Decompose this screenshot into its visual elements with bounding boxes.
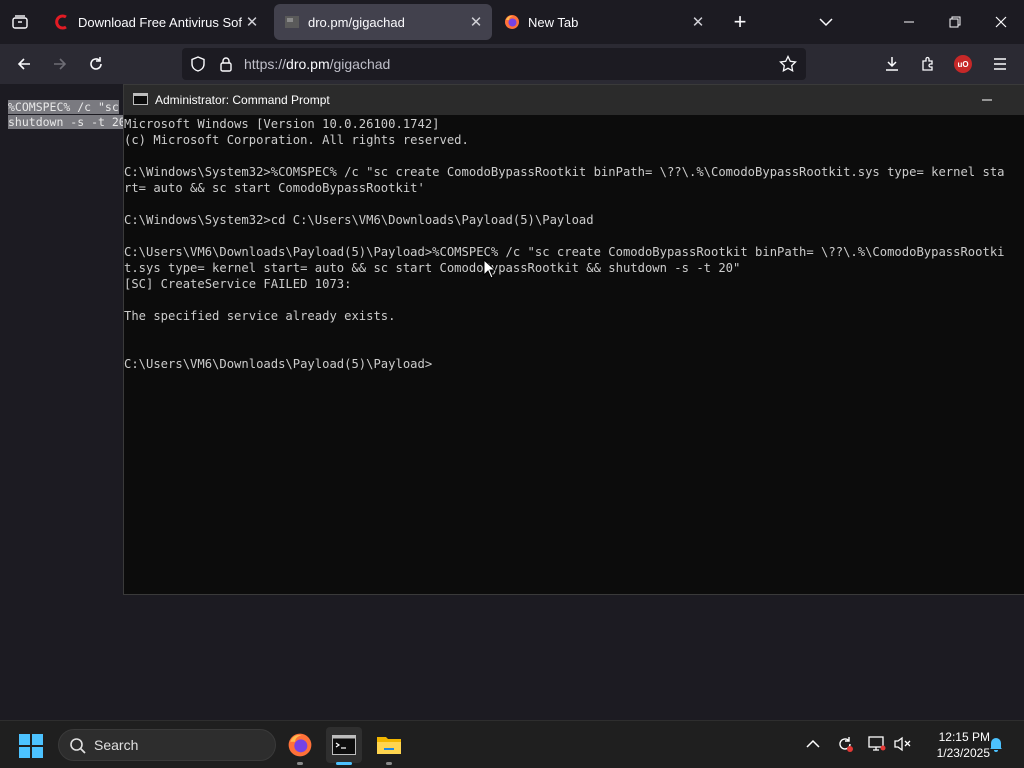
chevron-down-icon[interactable]	[814, 10, 838, 34]
page-line: shutdown -s -t 20	[8, 115, 126, 129]
downloads-icon[interactable]	[878, 50, 906, 78]
console-line: rt= auto && sc start ComodoBypassRootkit…	[124, 181, 425, 195]
search-label: Search	[94, 737, 139, 753]
extensions-icon[interactable]	[914, 50, 942, 78]
console-line: [SC] CreateService FAILED 1073:	[124, 277, 352, 291]
console-line: The specified service already exists.	[124, 309, 396, 323]
shield-icon[interactable]	[188, 54, 208, 74]
cmd-console-output[interactable]: Microsoft Windows [Version 10.0.26100.17…	[124, 116, 1024, 594]
back-arrow-icon[interactable]	[10, 50, 38, 78]
minimize-window-button[interactable]	[886, 0, 932, 44]
windows-taskbar: Search 12:15 PM 1/23/2025	[0, 720, 1024, 768]
url-path: /gigachad	[329, 56, 391, 72]
page-line: %COMSPEC% /c "sc	[8, 100, 119, 114]
command-prompt-window[interactable]: Administrator: Command Prompt Microsoft …	[123, 84, 1024, 595]
close-tab-icon[interactable]: ✕	[242, 12, 262, 32]
clock-time: 12:15 PM	[938, 730, 990, 744]
taskbar-search-box[interactable]: Search	[58, 729, 276, 761]
file-explorer-icon	[377, 737, 401, 754]
console-line: Microsoft Windows [Version 10.0.26100.17…	[124, 117, 440, 131]
lock-icon[interactable]	[216, 54, 236, 74]
console-line: t.sys type= kernel start= auto && sc sta…	[124, 261, 741, 275]
firefox-icon	[288, 733, 312, 757]
bookmark-star-icon[interactable]	[778, 54, 798, 74]
reload-icon[interactable]	[82, 50, 110, 78]
clock-date: 1/23/2025	[936, 746, 990, 760]
tab-new-tab[interactable]: New Tab ✕	[494, 4, 714, 40]
forward-arrow-icon[interactable]	[46, 50, 74, 78]
tab-dro-pm[interactable]: dro.pm/gigachad ✕	[274, 4, 492, 40]
app-running-indicator	[336, 762, 352, 765]
comodo-logo-icon	[55, 14, 67, 30]
console-line: (c) Microsoft Corporation. All rights re…	[124, 133, 469, 147]
url-domain: dro.pm	[286, 56, 330, 72]
address-bar[interactable]: https://dro.pm/gigachad	[182, 48, 806, 80]
network-icon[interactable]	[867, 734, 887, 754]
close-tab-icon[interactable]: ✕	[688, 12, 708, 32]
ublock-origin-icon[interactable]: uO	[954, 55, 972, 73]
terminal-icon	[332, 735, 356, 755]
selected-command-text[interactable]: %COMSPEC% /c "sc shutdown -s -t 20	[8, 100, 126, 130]
console-line: C:\Windows\System32>%COMSPEC% /c "sc cre…	[124, 165, 1005, 179]
page-thumbnail-icon	[285, 16, 299, 28]
app-running-indicator	[386, 762, 392, 765]
mouse-pointer-icon	[483, 259, 497, 279]
restore-window-button[interactable]	[932, 0, 978, 44]
tab-strip: Download Free Antivirus Software ✕ dro.p…	[0, 0, 1024, 44]
tab-title: dro.pm/gigachad	[308, 14, 405, 30]
search-icon	[70, 738, 86, 754]
tab-title: New Tab	[528, 14, 579, 30]
cmd-window-icon	[133, 93, 148, 105]
url-prefix: https://	[244, 56, 287, 72]
tab-title: Download Free Antivirus Software	[78, 14, 242, 30]
tab-download-antivirus[interactable]: Download Free Antivirus Software ✕	[44, 4, 268, 40]
url-text[interactable]: https://dro.pm/gigachad	[244, 56, 390, 72]
hamburger-menu-icon[interactable]	[986, 50, 1014, 78]
chevron-up-icon[interactable]	[803, 734, 823, 754]
close-tab-icon[interactable]: ✕	[466, 12, 486, 32]
tab-list-icon[interactable]	[8, 10, 32, 34]
console-line: C:\Windows\System32>cd C:\Users\VM6\Down…	[124, 213, 594, 227]
close-window-button[interactable]	[978, 0, 1024, 44]
cmd-window-title: Administrator: Command Prompt	[155, 93, 330, 107]
navigation-toolbar: https://dro.pm/gigachad uO	[0, 44, 1024, 84]
windows-start-icon[interactable]	[18, 733, 44, 759]
firefox-icon	[505, 15, 519, 29]
taskbar-file-explorer-button[interactable]	[371, 727, 407, 765]
cmd-title-bar[interactable]: Administrator: Command Prompt	[124, 85, 1024, 115]
console-prompt-line[interactable]: C:\Users\VM6\Downloads\Payload(5)\Payloa…	[124, 356, 1024, 372]
app-running-indicator	[297, 762, 303, 765]
volume-muted-icon[interactable]	[892, 734, 912, 754]
notification-bell-icon[interactable]	[986, 734, 1006, 754]
taskbar-terminal-button[interactable]	[326, 727, 362, 765]
cmd-minimize-button[interactable]	[972, 87, 1002, 113]
sync-alert-icon[interactable]	[835, 734, 855, 754]
console-line: C:\Users\VM6\Downloads\Payload(5)\Payloa…	[124, 245, 1005, 259]
new-tab-button[interactable]: +	[728, 9, 752, 34]
taskbar-firefox-button[interactable]	[282, 727, 318, 765]
system-clock[interactable]: 12:15 PM 1/23/2025	[918, 729, 990, 761]
